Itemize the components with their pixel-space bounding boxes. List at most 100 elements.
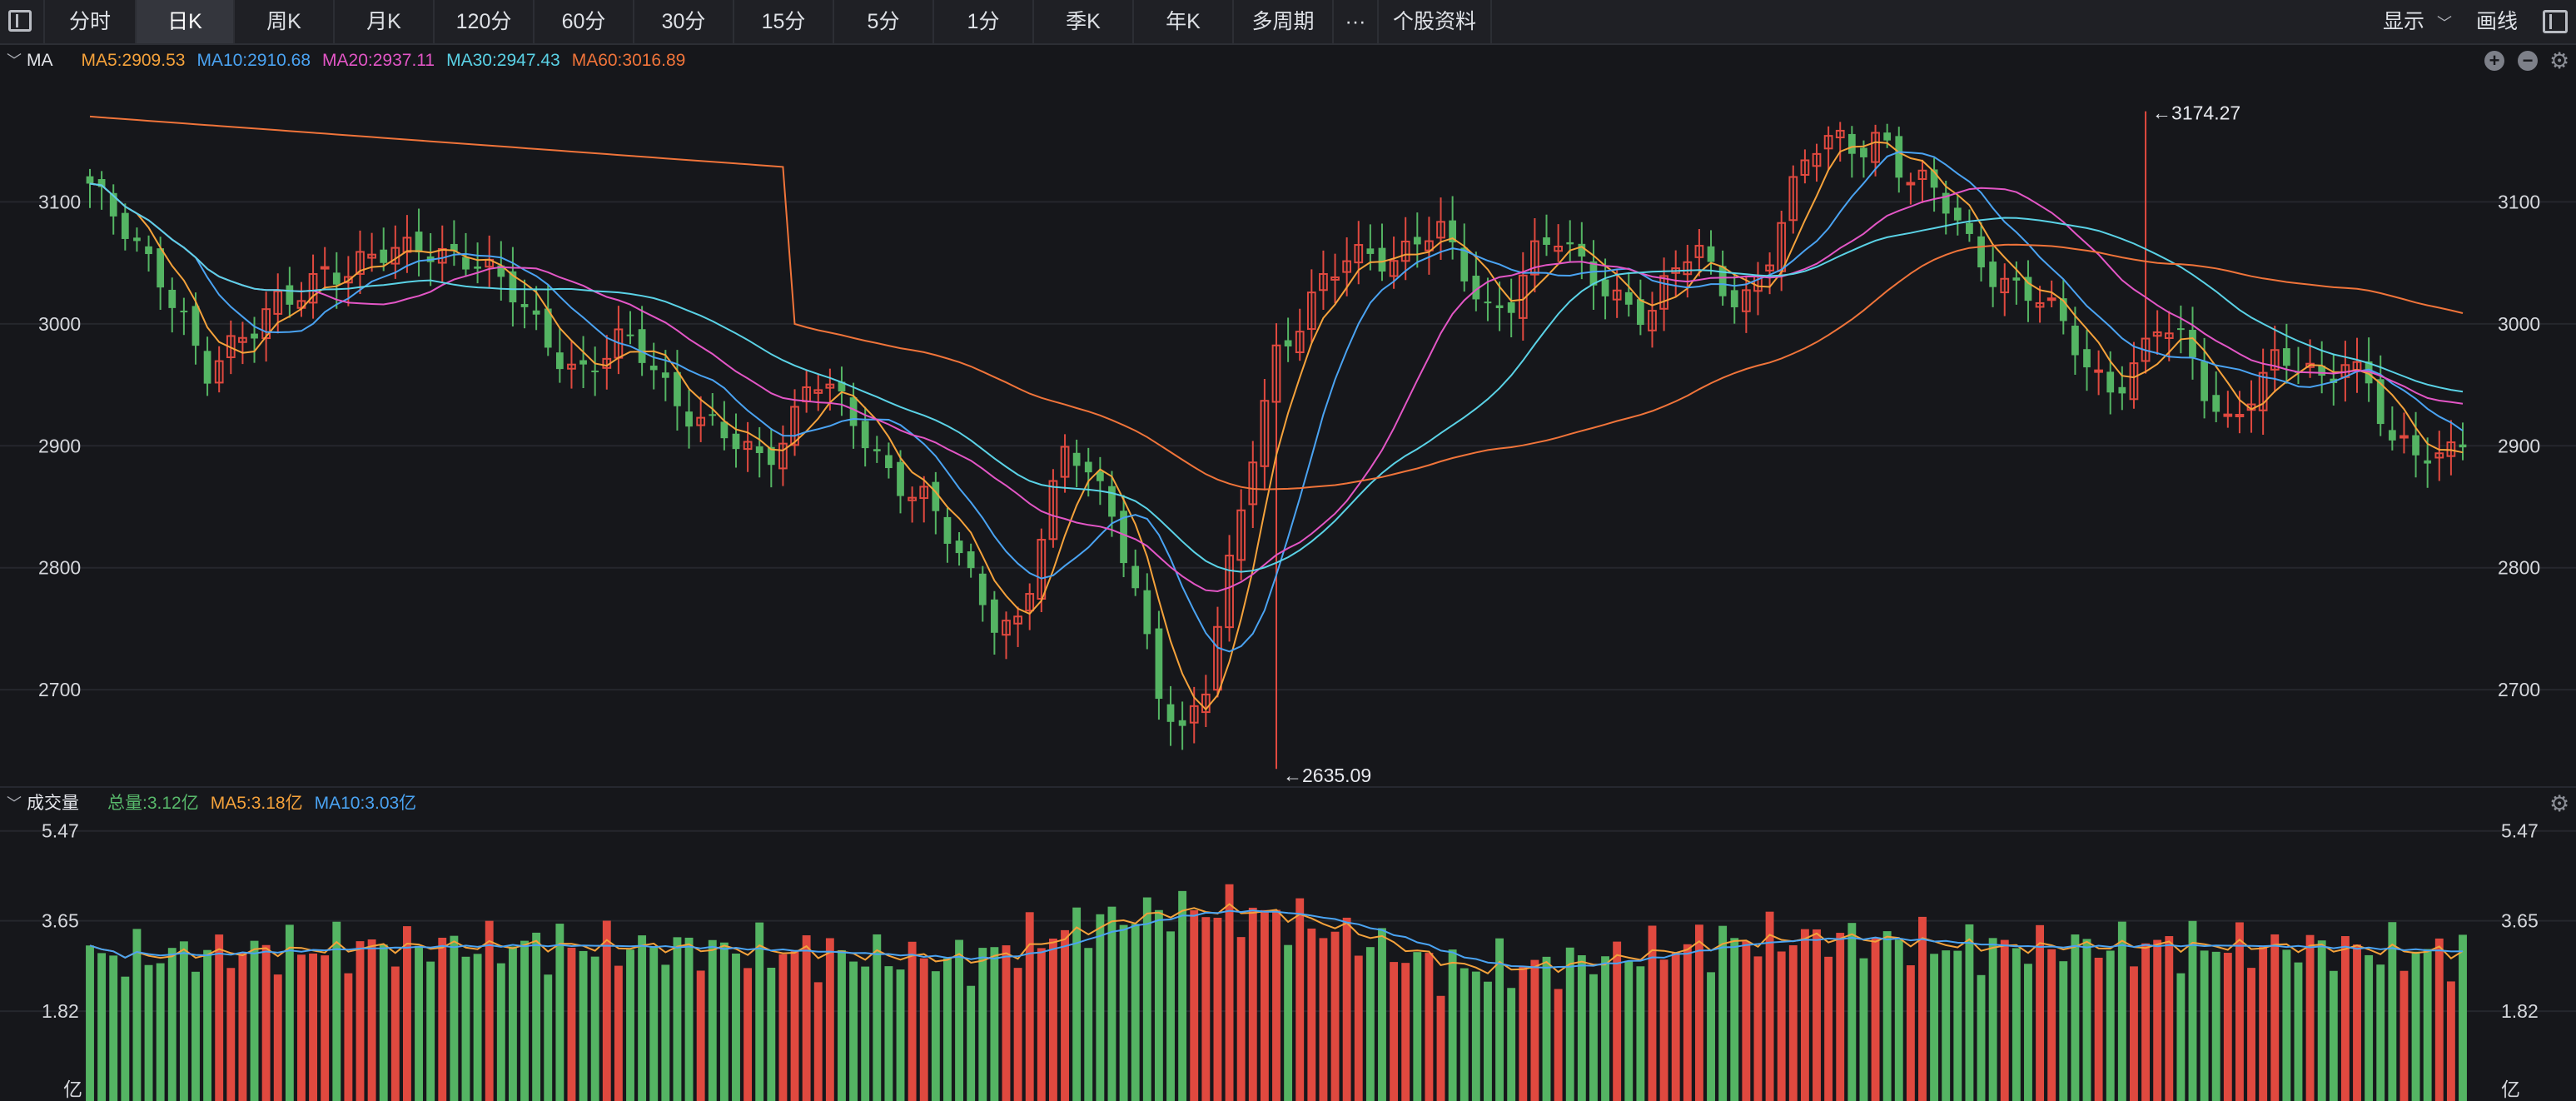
candle-body [415,232,423,253]
volume-bar [297,954,306,1101]
candle-body [251,333,258,339]
volume-bar [461,956,470,1101]
volume-bar [2399,970,2409,1101]
candle-body [897,461,904,496]
volume-bar [1671,952,1680,1101]
volume-bar [1013,968,1022,1101]
volume-bar [1236,937,1246,1101]
candle-body [1953,207,1962,221]
volume-bar [1413,952,1422,1101]
volume-legend-item-1: MA5:3.18亿 [210,794,303,813]
candle-body [967,550,975,569]
volume-bar [2459,934,2467,1101]
candle-body [1072,452,1081,466]
candle-body [2083,349,2091,368]
volume-bar [1166,931,1175,1101]
volume-bar [2059,961,2068,1101]
volume-bar [2165,936,2174,1101]
candle-body [1566,242,1574,245]
volume-bar [238,952,247,1101]
volume-legend-items: 总量:3.12亿 MA5:3.18亿 MA10:3.03亿 [91,794,428,813]
gear-icon[interactable]: ⚙ [2549,791,2569,816]
candle-body [1166,704,1175,722]
candle-body [1977,236,1985,268]
chevron-down-icon[interactable]: ﹀ [7,787,22,820]
volume-bar [144,964,153,1101]
volume-bar [1977,974,1986,1101]
volume-bar [2434,938,2444,1101]
candle-body [579,360,587,365]
price-tick-left-3: 3000 [38,313,81,335]
volume-bar [86,945,94,1101]
candle-body [1543,237,1550,245]
volume-bar [1718,925,1728,1101]
volume-bar [1554,989,1563,1101]
volume-bar [1107,906,1116,1101]
candle-body [685,411,693,427]
volume-bar [638,935,647,1101]
volume-bar [2200,950,2209,1101]
candle-body [1155,628,1163,700]
candle-body [638,329,646,363]
candle-body [532,310,540,315]
price-tick-left-1: 2800 [38,557,81,579]
candle-body [849,397,858,426]
volume-bar [2141,943,2150,1101]
volume-bar [719,942,729,1101]
candle-body [1366,248,1375,254]
candle-body [2223,413,2233,417]
volume-bar [1542,956,1551,1101]
candle-body [720,421,729,439]
volume-bar [532,932,541,1101]
volume-bar [2353,944,2361,1101]
candle-body [121,212,129,239]
volume-bar [1988,938,1997,1101]
volume-legend-item-0: 总量:3.12亿 [107,794,199,813]
volume-legend: ﹀ 成交量 总量:3.12亿 MA5:3.18亿 MA10:3.03亿 [0,787,440,820]
candle-body [873,449,881,451]
candlestick-chart[interactable]: 2700 2700 2800 2800 2900 2900 3000 3000 3100 3100… [0,0,2576,783]
candle-body [978,573,987,605]
volume-bar [931,971,940,1101]
volume-bar [1495,938,1504,1101]
volume-bar [1213,917,1222,1101]
volume-bar [215,934,224,1101]
volume-tick-left-0: 1.82 [42,1000,79,1022]
candle-body [861,421,869,449]
volume-bar [508,946,517,1101]
volume-bar [2411,951,2420,1101]
volume-bar [1284,944,1293,1101]
candle-body [2106,371,2115,393]
candle-body [474,267,481,269]
volume-bar [2340,936,2350,1101]
volume-bar [919,958,928,1101]
volume-bar [1330,931,1340,1101]
volume-bar [485,920,494,1101]
candle-body [462,257,470,270]
volume-bar [1624,960,1634,1101]
volume-bar [2176,973,2186,1101]
volume-bar [1847,923,1857,1101]
candle-body [649,366,658,371]
volume-bar [1824,956,1833,1101]
candle-body [674,371,681,406]
volume-bar [332,921,341,1101]
volume-bar [1190,910,1199,1101]
candle-body [1883,132,1892,141]
volume-bar [156,963,165,1101]
candle-body [286,285,294,305]
volume-bar [2235,922,2244,1101]
volume-bar [520,940,529,1101]
volume-bar [403,926,411,1101]
price-tick-right-4: 3100 [2498,191,2540,212]
volume-bar [696,970,705,1101]
volume-bar [1037,948,1046,1101]
candle-body [755,446,763,454]
candle-body [191,306,200,346]
volume-bar [1319,938,1328,1101]
volume-bar [2317,940,2326,1101]
candle-body [2399,435,2409,439]
volume-bar [544,974,553,1101]
volume-bar [2106,950,2115,1101]
volume-bar [767,967,776,1101]
